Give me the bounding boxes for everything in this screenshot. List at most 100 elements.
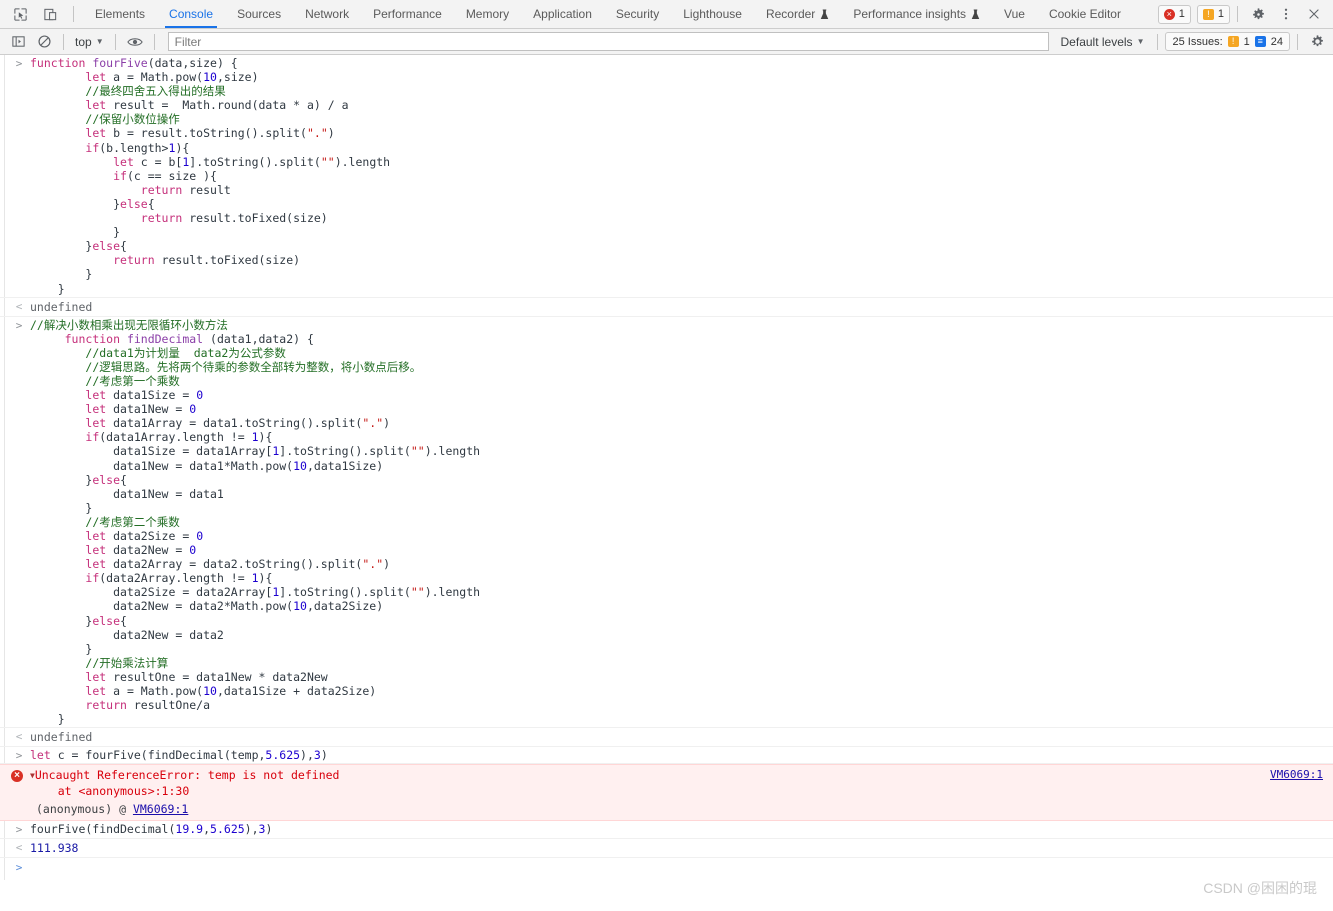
console-input-message[interactable]: > function fourFive(data,size) { let a = … <box>0 55 1333 298</box>
code-token-pln: ].toString().split( <box>279 585 411 600</box>
tab-security[interactable]: Security <box>604 0 671 28</box>
console-input-message[interactable]: > fourFive(findDecimal(19.9,5.625),3) <box>0 821 1333 839</box>
code-token-pln: , <box>203 822 211 837</box>
code-token-pln: ), <box>244 822 259 837</box>
tab-sources[interactable]: Sources <box>225 0 293 28</box>
code-token-pln: ){ <box>258 571 273 586</box>
code-token-num: 3 <box>313 748 321 763</box>
tab-performance-insights[interactable]: Performance insights <box>841 0 992 28</box>
console-result-value: undefined <box>30 730 93 745</box>
clear-console-icon[interactable] <box>32 31 56 53</box>
code-token-num: 0 <box>196 529 204 543</box>
code-token-pln: ) <box>265 822 273 837</box>
tab-network[interactable]: Network <box>293 0 361 28</box>
code-token-cmt: //考虑第一个乘数 <box>85 373 180 388</box>
kebab-menu-icon[interactable] <box>1273 1 1299 27</box>
code-token-kw: let <box>85 529 107 543</box>
warning-icon: ! <box>1202 8 1214 20</box>
input-caret-icon: > <box>15 57 23 70</box>
code-token-pln: ).length <box>424 444 481 459</box>
code-token-pln: } <box>30 500 93 515</box>
code-token-str: "." <box>362 416 384 431</box>
input-caret-icon: > <box>15 823 23 837</box>
console-toolbar: top ▼ Default levels ▼ 25 Issues: ! 1 ≡ … <box>0 29 1333 55</box>
console-entries: > function fourFive(data,size) { let a = … <box>0 55 1333 858</box>
filter-input[interactable] <box>167 32 1049 51</box>
output-caret-icon: < <box>15 730 23 744</box>
tab-vue[interactable]: Vue <box>992 0 1037 28</box>
code-token-pln <box>30 183 141 197</box>
device-toolbar-icon[interactable] <box>38 2 62 26</box>
code-token-kw: else <box>92 239 121 254</box>
toolbar-divider <box>1237 6 1238 22</box>
watermark: CSDN @困困的琨 <box>1203 880 1317 896</box>
code-token-kw: else <box>92 613 121 628</box>
code-token-pln: { <box>120 239 127 254</box>
console-sidebar-icon[interactable] <box>6 31 30 53</box>
code-token-kw: else <box>120 196 148 211</box>
console-input-message[interactable]: > let c = fourFive(findDecimal(temp,5.625… <box>0 747 1333 765</box>
issues-badge[interactable]: 25 Issues: ! 1 ≡ 24 <box>1165 32 1290 51</box>
inspect-element-icon[interactable] <box>8 2 32 26</box>
tab-memory-label: Memory <box>465 7 510 21</box>
code-token-pln <box>30 70 85 84</box>
code-token-kw: let <box>85 557 107 572</box>
tab-memory[interactable]: Memory <box>454 0 521 28</box>
console-error-message[interactable]: × ▼Uncaught ReferenceError: temp is not d… <box>0 764 1333 822</box>
close-icon[interactable] <box>1301 1 1327 27</box>
output-caret-icon: < <box>15 299 23 313</box>
console-output-message[interactable]: <111.938 <box>0 838 1333 858</box>
error-stack-link[interactable]: VM6069:1 <box>133 802 188 816</box>
code-token-pln <box>30 670 85 684</box>
console-prompt-input[interactable] <box>30 858 1333 880</box>
live-expression-eye-icon[interactable] <box>123 31 147 53</box>
code-token-cmt: //最终四舍五入得出的结果 <box>85 84 226 99</box>
tab-network-label: Network <box>305 7 350 21</box>
error-title[interactable]: ▼Uncaught ReferenceError: temp is not de… <box>30 768 1333 798</box>
code-token-pln: } <box>30 239 93 254</box>
tab-recorder[interactable]: Recorder <box>754 0 841 28</box>
console-output-message[interactable]: < undefined <box>0 297 1333 317</box>
tab-elements[interactable]: Elements <box>83 0 157 28</box>
code-token-pln: (data1,data2) { <box>203 331 314 346</box>
warning-icon: ! <box>1227 36 1239 47</box>
code-token-pln: data2Size = <box>106 529 197 543</box>
execution-context-select[interactable]: top ▼ <box>71 32 108 52</box>
tab-lighthouse[interactable]: Lighthouse <box>671 0 754 28</box>
console-prompt-row[interactable]: > <box>0 857 1333 880</box>
tab-cookie-editor[interactable]: Cookie Editor <box>1037 0 1133 28</box>
toolbar-divider <box>1297 33 1298 50</box>
code-token-cmt: //开始乘法计算 <box>85 655 169 670</box>
console-code-block: function fourFive(data,size) { let a = M… <box>30 56 1333 296</box>
code-token-pln: data2New = <box>106 543 190 558</box>
error-count-value: 1 <box>1178 8 1185 20</box>
code-token-pln <box>30 84 85 98</box>
log-levels-select[interactable]: Default levels ▼ <box>1055 35 1151 49</box>
code-token-kw: if <box>85 430 100 445</box>
code-token-num: 0 <box>189 543 197 558</box>
error-count-badge[interactable]: × 1 <box>1157 4 1191 24</box>
warning-count-badge[interactable]: ! 1 <box>1196 4 1230 24</box>
tab-console-label: Console <box>169 7 214 21</box>
error-source-link[interactable]: VM6069:1 <box>1270 768 1323 781</box>
tab-console[interactable]: Console <box>157 0 225 28</box>
preview-flask-icon <box>820 9 829 20</box>
gear-icon[interactable] <box>1245 1 1271 27</box>
code-token-pln: } <box>30 472 93 487</box>
tab-security-label: Security <box>615 7 660 21</box>
code-token-pln <box>30 388 85 402</box>
tab-performance[interactable]: Performance <box>361 0 454 28</box>
code-token-pln <box>30 360 85 374</box>
tab-application[interactable]: Application <box>521 0 604 28</box>
code-token-pln: { <box>120 613 127 628</box>
expand-triangle-icon[interactable]: ▼ <box>30 769 35 783</box>
console-output-message[interactable]: < undefined <box>0 728 1333 748</box>
code-token-pln: ,data1Size) <box>306 458 384 473</box>
tab-vue-label: Vue <box>1004 7 1025 21</box>
code-token-pln: data1New = data1*Math.pow( <box>30 458 294 473</box>
console-message-list[interactable]: > function fourFive(data,size) { let a = … <box>0 55 1333 910</box>
code-token-pln: data1Size = data1Array[ <box>30 444 273 459</box>
console-input-message[interactable]: > //解决小数相乘出现无限循环小数方法 function findDecimal… <box>0 316 1333 729</box>
console-settings-gear-icon[interactable] <box>1305 31 1329 53</box>
code-token-pln: } <box>30 267 93 282</box>
